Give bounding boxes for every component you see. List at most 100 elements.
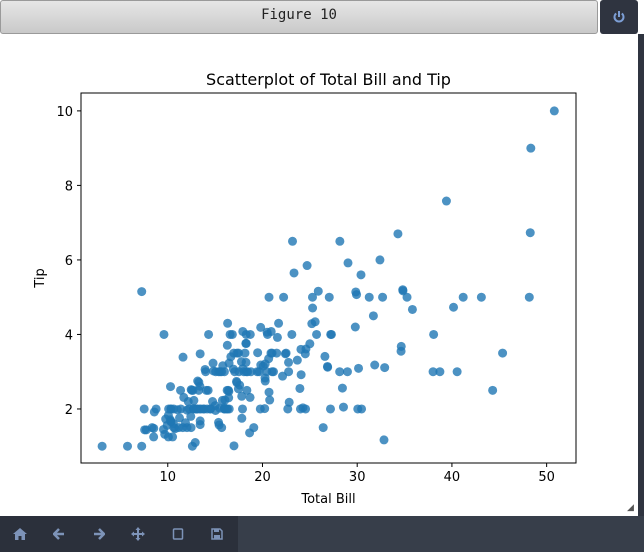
data-point [364,292,374,302]
data-point [178,352,188,362]
x-tick-label: 10 [159,470,176,485]
data-point [380,363,390,373]
data-point [288,236,298,246]
figure-canvas[interactable]: Scatterplot of Total Bill and Tip 10 20 30… [0,37,638,516]
data-point [351,287,361,297]
data-point [324,292,334,302]
data-point [342,367,352,377]
save-icon [211,528,223,540]
data-point [137,287,147,297]
data-point [353,404,363,414]
data-point [266,348,276,358]
home-icon [12,528,27,540]
window-title: Figure 10 [261,7,337,23]
data-point [137,441,147,451]
y-tick-label: 2 [65,403,73,418]
data-point [264,292,274,302]
square-icon [172,528,183,540]
data-point [287,329,297,339]
forward-button[interactable] [79,516,119,552]
window-title-bar[interactable]: Figure 10 [0,0,598,34]
data-point [253,348,263,358]
data-point [338,402,348,412]
data-point [379,435,389,445]
data-point [194,385,204,395]
data-point [222,385,232,395]
zoom-rect-button[interactable] [158,516,198,552]
data-point [378,292,388,302]
x-tick-label: 30 [349,470,366,485]
data-point [262,367,272,377]
data-point [232,376,242,386]
data-point [318,423,328,433]
data-point [149,407,159,417]
data-point [245,329,255,339]
close-figure-button[interactable] [600,0,638,34]
data-point [337,383,347,393]
data-point [161,414,171,424]
data-point [245,392,255,402]
data-point [166,382,176,392]
y-tick-label: 6 [65,254,73,269]
back-button[interactable] [40,516,80,552]
data-point [326,329,336,339]
scatter-chart: Scatterplot of Total Bill and Tip 10 20 30… [33,70,577,507]
data-point [476,292,486,302]
data-point [435,367,445,377]
data-point [139,404,149,414]
data-point [240,348,250,358]
data-point [498,348,508,358]
resize-handle[interactable]: ◢ [627,503,634,513]
arrow-left-icon [53,528,65,540]
data-point [325,404,335,414]
data-point [458,292,468,302]
data-point [170,424,180,434]
data-point [159,329,169,339]
chart-title: Scatterplot of Total Bill and Tip [206,70,451,89]
data-point [245,428,255,438]
data-point [488,385,498,395]
data-point [335,367,345,377]
data-point [246,367,256,377]
data-point [123,441,133,451]
data-point [280,349,290,359]
data-point [295,383,305,393]
data-point [524,292,534,302]
y-tick-label: 8 [65,179,73,194]
data-point [204,329,214,339]
data-point [289,268,299,278]
data-point [224,358,234,368]
data-point [215,367,225,377]
data-point [441,196,451,206]
data-point [241,338,251,348]
data-point [305,339,315,349]
data-point [283,404,293,414]
x-tick-label: 20 [254,470,271,485]
window-border [638,34,644,516]
data-point [178,423,188,433]
data-point [307,319,317,329]
y-axis-label: Tip [33,268,48,288]
data-point [449,302,459,312]
y-tick-label: 4 [65,328,73,343]
data-point [195,349,205,359]
data-point [343,258,353,268]
data-point [256,322,266,332]
data-point [229,441,239,451]
data-point [313,286,323,296]
pan-button[interactable] [119,516,159,552]
data-point [370,360,380,370]
x-tick-label: 50 [538,470,555,485]
move-icon [131,527,146,541]
data-point [525,228,535,238]
data-point [300,349,310,359]
data-point [215,403,225,413]
home-button[interactable] [0,516,40,552]
data-point [302,261,312,271]
power-icon [613,11,625,23]
save-button[interactable] [198,516,238,552]
data-point [375,255,385,265]
data-point [322,361,332,371]
data-point [241,357,251,367]
data-point [217,423,227,433]
